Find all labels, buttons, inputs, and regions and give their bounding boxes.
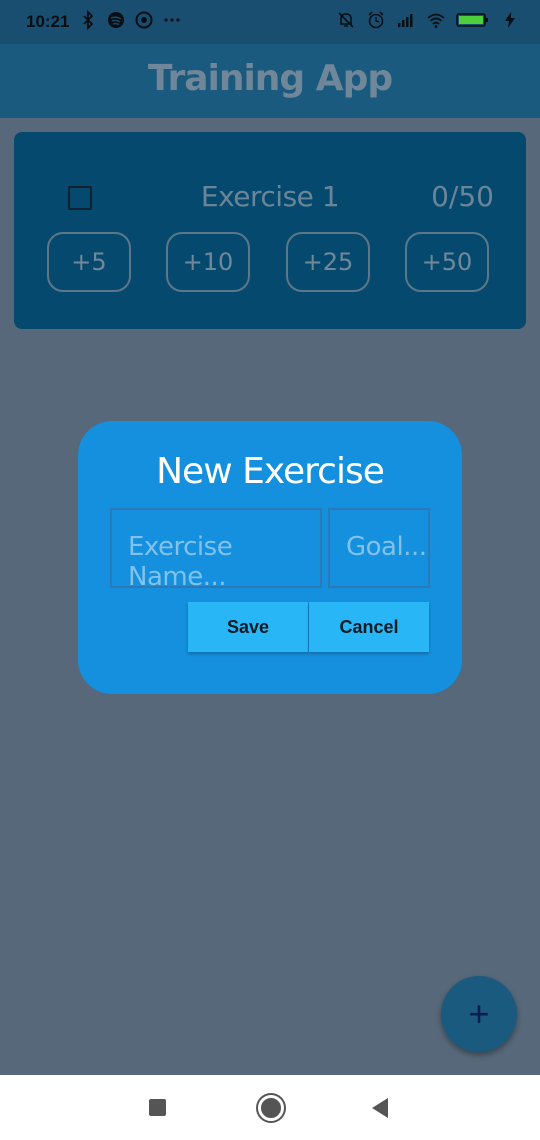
exercise-name-input[interactable]: Exercise Name...	[110, 508, 322, 592]
app-title: Training App	[147, 58, 393, 99]
status-left-icons	[78, 10, 182, 30]
home-button[interactable]	[258, 1095, 284, 1121]
add-25-button[interactable]: +25	[286, 232, 370, 292]
add-5-button[interactable]: +5	[47, 232, 131, 292]
battery-icon	[456, 13, 488, 27]
app-bar: Training App	[0, 44, 540, 118]
goal-input[interactable]: Goal...	[328, 508, 430, 588]
wifi-icon	[427, 13, 445, 28]
new-exercise-dialog: New Exercise Exercise Name... Goal... Sa…	[78, 421, 462, 694]
system-nav-bar	[0, 1075, 540, 1140]
status-time: 10:21	[26, 12, 70, 31]
plus-icon: +	[468, 993, 490, 1034]
status-bar: 10:21	[0, 0, 540, 44]
mute-icon	[338, 12, 354, 28]
exercise-progress: 0/50	[431, 180, 494, 213]
signal-icon	[398, 14, 413, 27]
alarm-icon	[368, 11, 384, 29]
add-exercise-fab[interactable]: +	[441, 976, 517, 1052]
more-dots-icon	[164, 18, 180, 22]
cancel-button[interactable]: Cancel	[309, 602, 429, 652]
app-icon	[135, 11, 153, 29]
exercise-card: Exercise 1 0/50 +5 +10 +25 +50	[14, 132, 526, 329]
back-button[interactable]	[372, 1098, 388, 1118]
save-button[interactable]: Save	[188, 602, 308, 652]
bluetooth-icon	[83, 10, 94, 30]
charging-icon	[505, 12, 515, 28]
spotify-icon	[108, 12, 124, 28]
status-right-icons	[336, 10, 520, 30]
dialog-title: New Exercise	[156, 451, 385, 492]
add-10-button[interactable]: +10	[166, 232, 250, 292]
add-50-button[interactable]: +50	[405, 232, 489, 292]
recents-button[interactable]	[149, 1099, 166, 1116]
